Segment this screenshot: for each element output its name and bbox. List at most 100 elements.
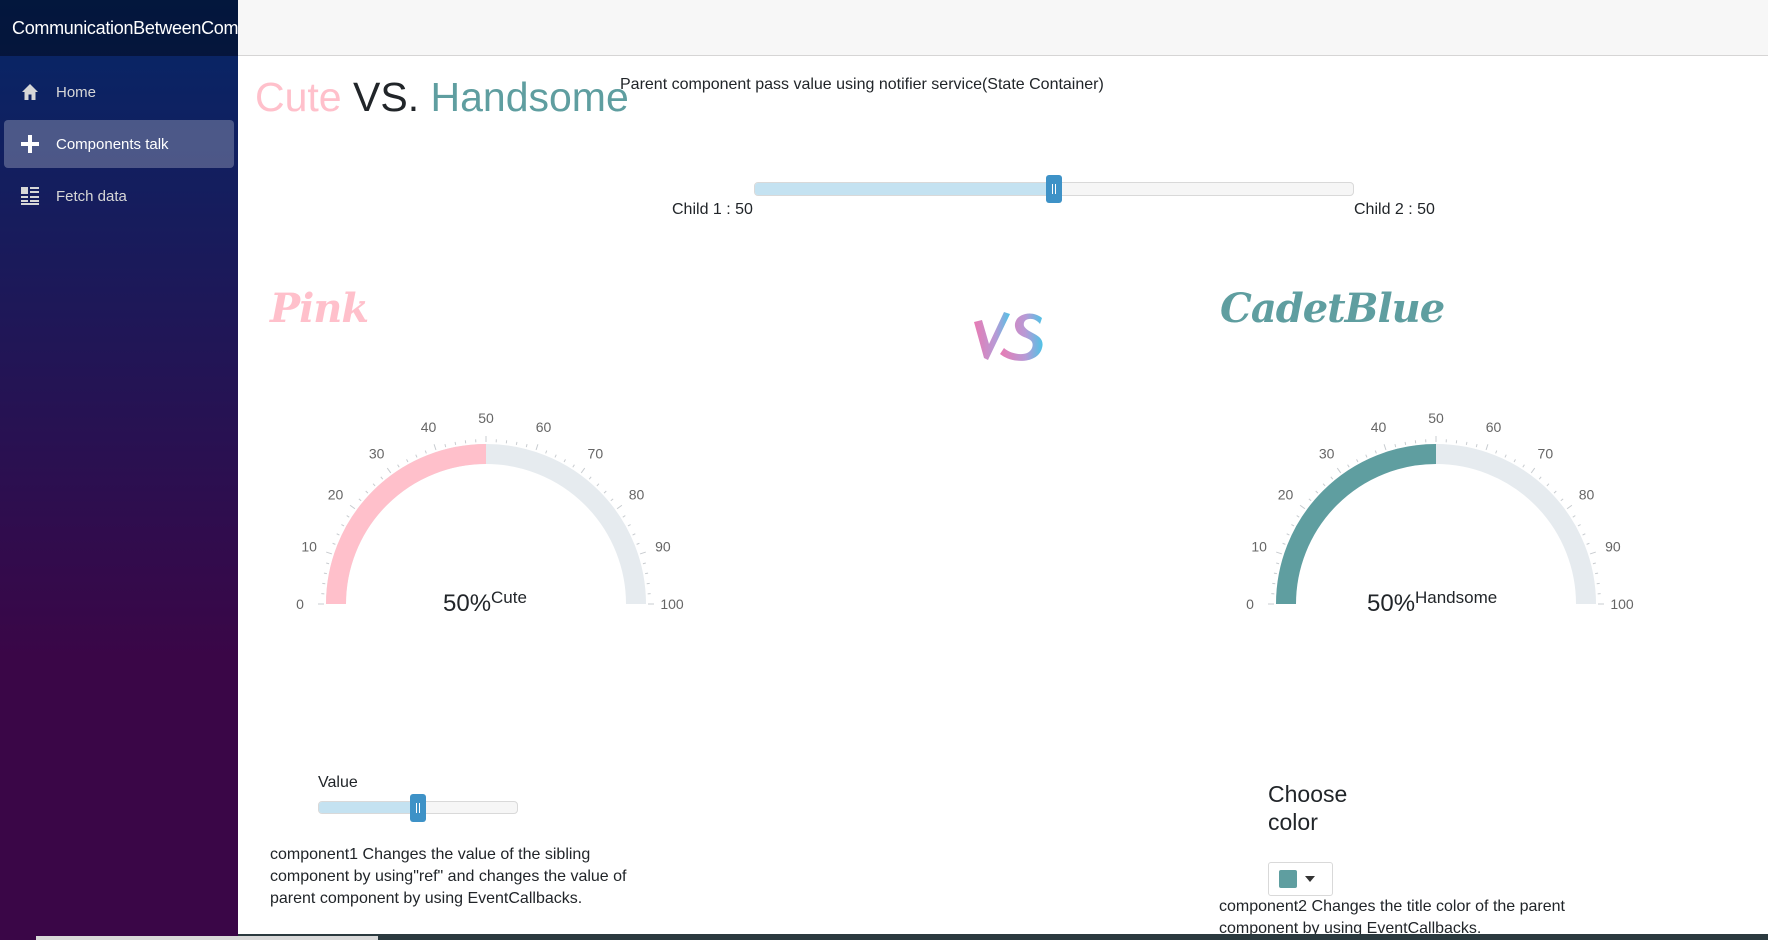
gauge-tick-label: 70 bbox=[588, 446, 604, 462]
gauge-tick bbox=[1513, 459, 1516, 463]
gauge-tick bbox=[1592, 562, 1596, 565]
gauge-tick bbox=[1365, 454, 1368, 458]
gauge-tick bbox=[1299, 504, 1306, 510]
gauge-tick-label: 10 bbox=[301, 539, 317, 555]
gauge-tick bbox=[645, 572, 649, 575]
gauge-tick bbox=[596, 483, 600, 487]
gauge-tick bbox=[563, 459, 566, 463]
gauge-tick-label: 30 bbox=[369, 446, 385, 462]
slider-handle[interactable] bbox=[1046, 175, 1062, 203]
gauge-tick-label: 20 bbox=[328, 487, 344, 503]
nav-menu: Home Components talk Fetch data bbox=[0, 56, 238, 220]
gauge-tick bbox=[1330, 476, 1334, 480]
value-slider-label: Value bbox=[318, 774, 358, 791]
gauge-tick-label: 80 bbox=[1579, 487, 1595, 503]
gauge-tick bbox=[397, 464, 400, 468]
gauge-tick bbox=[415, 454, 418, 458]
gauge-tick bbox=[627, 524, 631, 527]
child2-value-label: Child 2 : 50 bbox=[1354, 201, 1435, 218]
gauge-tick bbox=[580, 467, 586, 474]
gauge-tick bbox=[1589, 551, 1596, 555]
headline-cute: Cute bbox=[255, 74, 342, 120]
gauge-tick-label: 90 bbox=[1605, 539, 1621, 555]
gauge-tick-label: 90 bbox=[655, 539, 671, 555]
gauge-tick bbox=[1336, 467, 1342, 474]
page-headline: Cute VS. Handsome bbox=[255, 74, 629, 121]
gauge-tick bbox=[433, 444, 437, 451]
color-picker-dropdown[interactable] bbox=[1268, 862, 1333, 896]
gauge-tick-label: 70 bbox=[1538, 446, 1554, 462]
list-icon bbox=[20, 186, 40, 206]
color-swatch bbox=[1279, 870, 1297, 888]
gauge-tick-label: 40 bbox=[1371, 419, 1387, 435]
sidebar-item-components-talk[interactable]: Components talk bbox=[4, 120, 234, 168]
sidebar-item-fetch-data[interactable]: Fetch data bbox=[4, 172, 234, 220]
handsome-gauge-value: 50% bbox=[1367, 590, 1416, 617]
pink-title: Pink bbox=[270, 285, 369, 332]
gauge-tick bbox=[1374, 450, 1377, 454]
gauge-tick bbox=[603, 490, 607, 494]
gauge-tick bbox=[610, 498, 614, 502]
horizontal-scrollbar[interactable] bbox=[36, 936, 378, 940]
gauge-tick-label: 30 bbox=[1319, 446, 1335, 462]
gauge-track bbox=[1276, 444, 1596, 605]
gauge-tick bbox=[1538, 476, 1542, 480]
gauge-tick bbox=[1572, 515, 1576, 518]
main-value-slider[interactable] bbox=[754, 175, 1354, 203]
gauge-tick bbox=[336, 533, 340, 536]
sidebar: CommunicationBetweenComponents Home Comp… bbox=[0, 0, 238, 940]
gauge-tick bbox=[380, 476, 384, 480]
gauge-tick bbox=[1276, 551, 1283, 555]
app-brand[interactable]: CommunicationBetweenComponents bbox=[12, 18, 238, 39]
gauge-tick bbox=[1356, 459, 1359, 463]
bottom-strip bbox=[238, 934, 1768, 940]
gauge-tick-label: 100 bbox=[660, 596, 684, 612]
gauge-tick-label: 40 bbox=[421, 419, 437, 435]
value-slider[interactable] bbox=[318, 794, 518, 822]
gauge-tick bbox=[554, 454, 557, 458]
gauge-tick-label: 10 bbox=[1251, 539, 1267, 555]
gauge-tick-label: 0 bbox=[296, 596, 304, 612]
gauge-tick bbox=[1566, 504, 1573, 510]
gauge-tick bbox=[358, 498, 362, 502]
gauge-tick bbox=[386, 467, 392, 474]
gauge-tick bbox=[1383, 444, 1387, 451]
gauge-tick bbox=[1582, 533, 1586, 536]
gauge-tick bbox=[1273, 572, 1277, 575]
cute-gauge: 0 10 20 30 40 50 60 70 80 90 100 50% Cute bbox=[276, 402, 696, 642]
gauge-tick bbox=[1546, 483, 1550, 487]
gauge-tick bbox=[365, 490, 369, 494]
gauge-tick-label: 50 bbox=[1428, 410, 1444, 426]
gauge-tick bbox=[1282, 542, 1286, 545]
gauge-tick bbox=[1404, 441, 1407, 445]
gauge-value-arc bbox=[1276, 444, 1437, 605]
gauge-tick bbox=[1495, 450, 1498, 454]
sidebar-item-home[interactable]: Home bbox=[4, 68, 234, 116]
gauge-tick bbox=[515, 441, 518, 445]
gauge-tick bbox=[632, 533, 636, 536]
gauge-tick bbox=[444, 444, 447, 448]
gauge-tick-label: 60 bbox=[1486, 419, 1502, 435]
gauge-tick bbox=[622, 515, 626, 518]
sidebar-item-label: Home bbox=[56, 83, 97, 101]
plus-icon bbox=[20, 134, 40, 154]
headline-handsome: Handsome bbox=[430, 74, 629, 120]
headline-vs: VS. bbox=[341, 74, 431, 120]
gauge-tick bbox=[1586, 542, 1590, 545]
gauge-tick bbox=[349, 504, 356, 510]
gauge-tick bbox=[424, 450, 427, 454]
gauge-tick bbox=[326, 562, 330, 565]
brand-bar: CommunicationBetweenComponents bbox=[0, 0, 238, 56]
gauge-tick bbox=[588, 476, 592, 480]
gauge-tick bbox=[1553, 490, 1557, 494]
top-bar bbox=[238, 0, 1768, 56]
slider-handle[interactable] bbox=[410, 794, 426, 822]
gauge-tick bbox=[1485, 444, 1489, 451]
gauge-tick bbox=[323, 572, 327, 575]
gauge-tick bbox=[1291, 524, 1295, 527]
gauge-tick bbox=[1276, 562, 1280, 565]
gauge-value-arc bbox=[326, 444, 487, 605]
gauge-tick bbox=[1560, 498, 1564, 502]
gauge-tick bbox=[535, 444, 539, 451]
sidebar-item-label: Components talk bbox=[56, 135, 169, 153]
